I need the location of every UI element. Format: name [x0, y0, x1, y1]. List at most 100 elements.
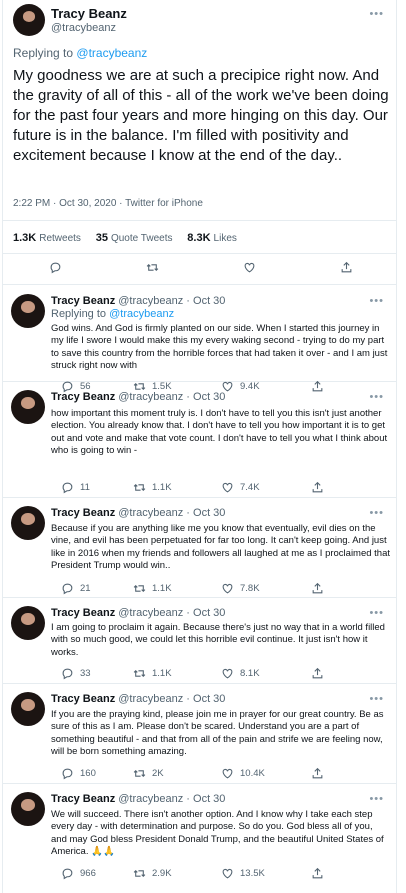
- reply-tweet[interactable]: Tracy Beanz @tracybeanz · Oct 30 ••• how…: [3, 382, 396, 498]
- retweets-action[interactable]: 1.1K: [133, 582, 172, 595]
- reply-text: I am going to proclaim it again. Because…: [51, 622, 385, 658]
- author-name[interactable]: Tracy Beanz: [51, 295, 115, 307]
- tweet-thread: Tracy Beanz @tracybeanz ••• Replying to …: [2, 0, 397, 893]
- author-name[interactable]: Tracy Beanz: [51, 507, 115, 519]
- reply-header: Tracy Beanz @tracybeanz · Oct 30: [51, 391, 225, 403]
- author-handle[interactable]: @tracybeanz · Oct 30: [118, 391, 225, 403]
- retweets-stat[interactable]: 1.3K Retweets: [13, 232, 81, 244]
- reply-tweet[interactable]: Tracy Beanz @tracybeanz · Oct 30 ••• If …: [3, 684, 396, 784]
- likes-stat[interactable]: 8.3K Likes: [187, 232, 237, 244]
- reply-icon[interactable]: [49, 261, 62, 274]
- heart-icon[interactable]: [221, 481, 234, 494]
- share-action[interactable]: [311, 481, 324, 494]
- reply-text: If you are the praying kind, please join…: [51, 709, 384, 757]
- likes-action[interactable]: 10.4K: [221, 767, 265, 780]
- share-action[interactable]: [311, 667, 324, 680]
- likes-action[interactable]: 8.1K: [221, 667, 260, 680]
- retweet-icon[interactable]: [133, 767, 146, 780]
- author-handle[interactable]: @tracybeanz · Oct 30: [118, 793, 225, 805]
- reply-icon[interactable]: [61, 481, 74, 494]
- tweet-timestamp[interactable]: 2:22 PM · Oct 30, 2020 · Twitter for iPh…: [13, 198, 203, 209]
- author-handle[interactable]: @tracybeanz · Oct 30: [118, 693, 225, 705]
- replies-action[interactable]: 11: [61, 481, 90, 494]
- replies-action[interactable]: 966: [61, 867, 96, 880]
- author-name[interactable]: Tracy Beanz: [51, 391, 115, 403]
- share-action[interactable]: [311, 867, 324, 880]
- avatar[interactable]: [11, 692, 45, 726]
- more-icon[interactable]: •••: [369, 693, 384, 705]
- avatar[interactable]: [11, 506, 45, 540]
- share-icon[interactable]: [340, 261, 353, 274]
- retweet-icon[interactable]: [133, 481, 146, 494]
- author-name[interactable]: Tracy Beanz: [51, 693, 115, 705]
- heart-icon[interactable]: [221, 582, 234, 595]
- replies-action[interactable]: 160: [61, 767, 96, 780]
- reply-text: how important this moment truly is. I do…: [51, 408, 388, 456]
- retweet-icon[interactable]: [133, 667, 146, 680]
- main-tweet: Tracy Beanz @tracybeanz ••• Replying to …: [3, 0, 396, 285]
- replying-to-link[interactable]: @tracybeanz: [76, 46, 147, 60]
- reply-icon[interactable]: [61, 667, 74, 680]
- retweets-action[interactable]: 1.1K: [133, 481, 172, 494]
- reply-count: 966: [80, 868, 96, 879]
- retweets-action[interactable]: 2K: [133, 767, 164, 780]
- share-icon[interactable]: [311, 867, 324, 880]
- heart-icon[interactable]: [243, 261, 256, 274]
- share-icon[interactable]: [311, 667, 324, 680]
- more-icon[interactable]: •••: [369, 8, 384, 20]
- retweets-action[interactable]: 2.9K: [133, 867, 172, 880]
- reply-tweet[interactable]: Tracy Beanz @tracybeanz · Oct 30 ••• Bec…: [3, 498, 396, 598]
- reply-count: 11: [80, 482, 90, 493]
- retweet-icon[interactable]: [146, 261, 159, 274]
- author-name[interactable]: Tracy Beanz: [51, 793, 115, 805]
- reply-tweet[interactable]: Tracy Beanz @tracybeanz · Oct 30 ••• I a…: [3, 598, 396, 684]
- author-handle[interactable]: @tracybeanz: [51, 22, 116, 34]
- reply-icon[interactable]: [61, 582, 74, 595]
- retweet-count: 1.1K: [152, 482, 172, 493]
- retweet-icon[interactable]: [133, 582, 146, 595]
- share-icon[interactable]: [311, 582, 324, 595]
- share-icon[interactable]: [311, 481, 324, 494]
- more-icon[interactable]: •••: [369, 607, 384, 619]
- more-icon[interactable]: •••: [369, 391, 384, 403]
- author-handle[interactable]: @tracybeanz · Oct 30: [118, 507, 225, 519]
- quote-tweets-stat[interactable]: 35 Quote Tweets: [96, 232, 173, 244]
- reply-icon[interactable]: [61, 767, 74, 780]
- likes-action[interactable]: 13.5K: [221, 867, 265, 880]
- avatar[interactable]: [11, 792, 45, 826]
- more-icon[interactable]: •••: [369, 793, 384, 805]
- retweets-action[interactable]: 1.1K: [133, 667, 172, 680]
- like-count: 7.8K: [240, 583, 260, 594]
- likes-label: Likes: [213, 233, 237, 244]
- author-name[interactable]: Tracy Beanz: [51, 6, 127, 21]
- avatar[interactable]: [11, 390, 45, 424]
- more-icon[interactable]: •••: [369, 295, 384, 307]
- heart-icon[interactable]: [221, 767, 234, 780]
- likes-action[interactable]: 7.8K: [221, 582, 260, 595]
- heart-icon[interactable]: [221, 667, 234, 680]
- author-handle[interactable]: @tracybeanz · Oct 30: [118, 295, 225, 307]
- more-icon[interactable]: •••: [369, 507, 384, 519]
- reply-icon[interactable]: [61, 867, 74, 880]
- reply-count: 160: [80, 768, 96, 779]
- replying-to-link[interactable]: @tracybeanz: [109, 308, 174, 320]
- author-handle[interactable]: @tracybeanz · Oct 30: [118, 607, 225, 619]
- reply-tweet[interactable]: Tracy Beanz @tracybeanz · Oct 30 ••• We …: [3, 784, 396, 893]
- likes-action[interactable]: 7.4K: [221, 481, 260, 494]
- retweet-count: 2.9K: [152, 868, 172, 879]
- share-action[interactable]: [311, 767, 324, 780]
- replies-action[interactable]: 33: [61, 667, 91, 680]
- replying-to-prefix: Replying to: [13, 46, 74, 60]
- retweet-icon[interactable]: [133, 867, 146, 880]
- reply-tweet[interactable]: Tracy Beanz @tracybeanz · Oct 30 ••• Rep…: [3, 286, 396, 393]
- heart-icon[interactable]: [221, 867, 234, 880]
- share-action[interactable]: [311, 582, 324, 595]
- share-icon[interactable]: [311, 767, 324, 780]
- tweet-text: My goodness we are at such a precipice r…: [13, 67, 389, 164]
- avatar[interactable]: [13, 4, 45, 36]
- avatar[interactable]: [11, 294, 45, 328]
- replies-action[interactable]: 21: [61, 582, 91, 595]
- avatar[interactable]: [11, 606, 45, 640]
- author-name[interactable]: Tracy Beanz: [51, 607, 115, 619]
- reply-header: Tracy Beanz @tracybeanz · Oct 30: [51, 693, 225, 705]
